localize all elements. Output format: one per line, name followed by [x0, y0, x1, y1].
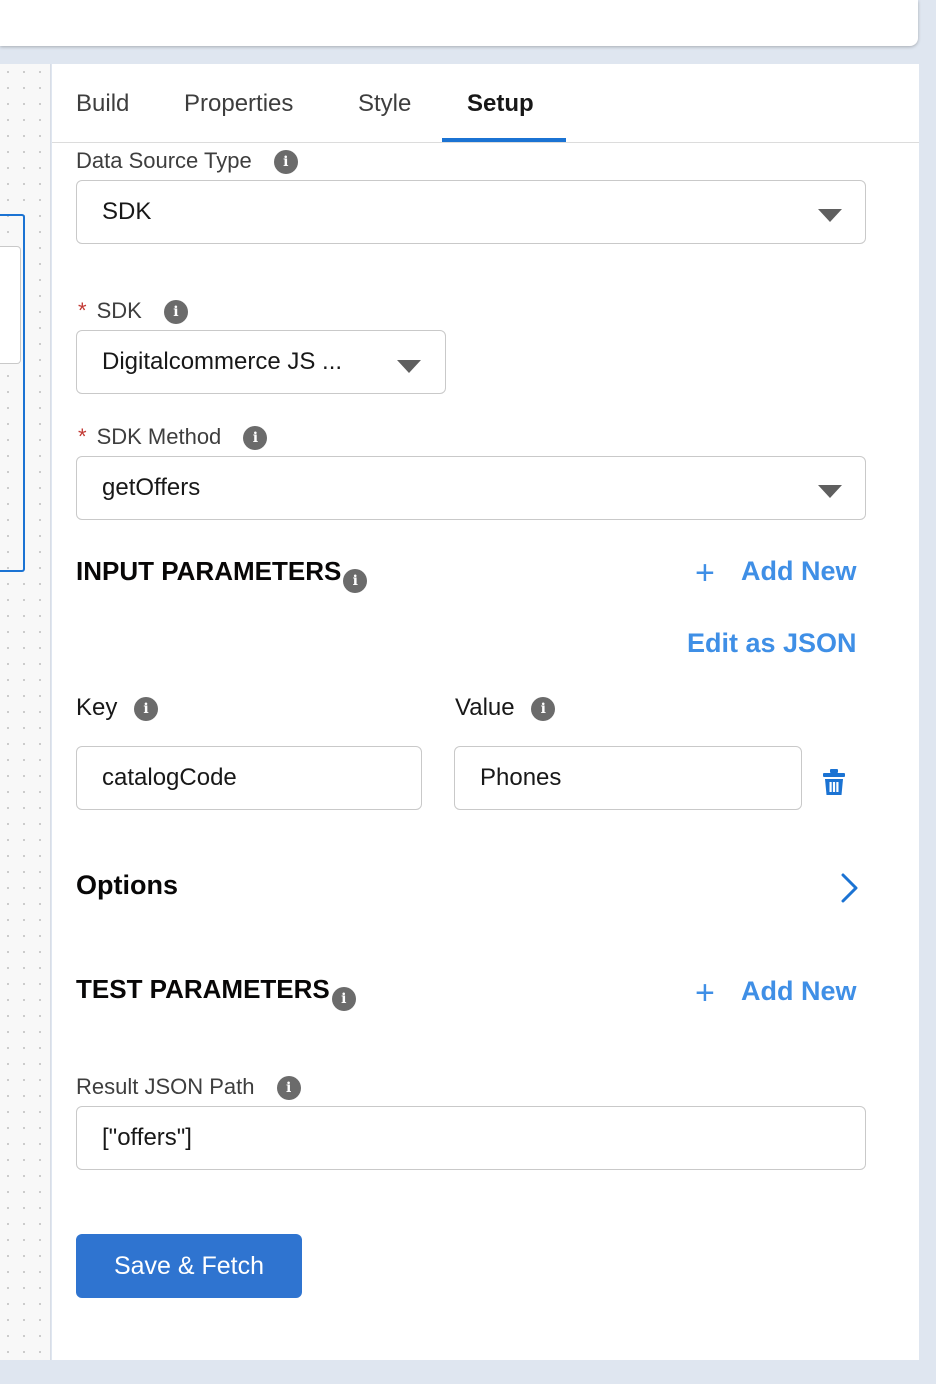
options-heading[interactable]: Options: [76, 870, 178, 901]
param-value-input[interactable]: Phones: [454, 746, 802, 810]
data-source-type-value: SDK: [102, 198, 152, 225]
result-json-path-label: Result JSON Path i: [76, 1074, 301, 1101]
result-json-path-input[interactable]: ["offers"]: [76, 1106, 866, 1170]
key-column-label: Key i: [76, 694, 159, 722]
info-icon[interactable]: i: [276, 1076, 301, 1101]
info-icon[interactable]: i: [163, 300, 188, 325]
info-icon[interactable]: i: [273, 150, 298, 175]
chevron-right-icon[interactable]: [840, 873, 860, 903]
value-column-label: Value i: [455, 694, 556, 722]
caret-down-icon: [818, 209, 842, 222]
plus-icon: +: [695, 974, 715, 1012]
edit-as-json-link[interactable]: Edit as JSON: [687, 628, 857, 659]
sdk-method-value: getOffers: [102, 474, 201, 501]
sdk-method-label: * SDK Method i: [78, 424, 268, 451]
info-icon[interactable]: i: [134, 696, 159, 721]
tab-style[interactable]: Style: [358, 90, 411, 118]
caret-down-icon: [397, 360, 421, 373]
active-tab-indicator: [442, 138, 566, 142]
tab-bar: Build Properties Style Setup: [52, 64, 919, 143]
sdk-method-select[interactable]: getOffers: [76, 456, 866, 520]
caret-down-icon: [818, 485, 842, 498]
canvas-selection-outline: [0, 214, 25, 572]
sdk-value: Digitalcommerce JS ...: [102, 348, 343, 375]
data-source-type-label: Data Source Type i: [76, 148, 298, 175]
data-source-type-select[interactable]: SDK: [76, 180, 866, 244]
test-add-new-button[interactable]: + Add New: [695, 974, 857, 1012]
input-parameters-heading: INPUT PARAMETERS i: [76, 556, 368, 594]
param-key-input[interactable]: catalogCode: [76, 746, 422, 810]
plus-icon: +: [695, 554, 715, 592]
sdk-select[interactable]: Digitalcommerce JS ...: [76, 330, 446, 394]
test-parameters-heading: TEST PARAMETERS i: [76, 974, 356, 1012]
required-marker: *: [78, 424, 87, 449]
tab-setup[interactable]: Setup: [467, 90, 534, 118]
info-icon[interactable]: i: [531, 696, 556, 721]
info-icon[interactable]: i: [331, 987, 356, 1012]
header-card: [0, 0, 918, 46]
canvas-area[interactable]: [0, 64, 51, 1360]
tab-properties[interactable]: Properties: [184, 90, 293, 118]
trash-icon[interactable]: [822, 768, 846, 796]
sdk-label: * SDK i: [78, 298, 188, 325]
save-fetch-button[interactable]: Save & Fetch: [76, 1234, 302, 1298]
required-marker: *: [78, 298, 87, 323]
input-add-new-button[interactable]: + Add New: [695, 554, 857, 592]
tab-build[interactable]: Build: [76, 90, 129, 118]
info-icon[interactable]: i: [243, 426, 268, 451]
